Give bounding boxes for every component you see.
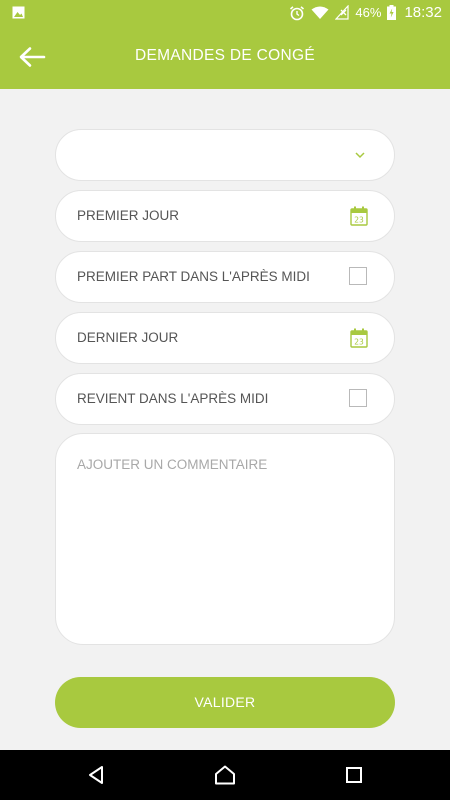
battery-charging-icon [387,5,397,20]
battery-percentage: 46% [355,5,382,20]
return-afternoon-field: REVIENT DANS L'APRÈS MIDI [55,373,395,425]
comment-placeholder: AJOUTER UN COMMENTAIRE [77,457,268,472]
calendar-icon[interactable]: 23 [350,206,368,226]
nav-bar [0,750,450,800]
status-bar: 46% 18:32 [0,0,450,25]
app-bar: DEMANDES DE CONGÉ [0,25,450,89]
no-signal-icon [335,5,350,20]
home-icon[interactable] [214,765,236,785]
back-triangle-icon[interactable] [86,765,106,785]
last-day-label: DERNIER JOUR [77,330,179,345]
validate-button[interactable]: VALIDER [55,677,395,728]
first-day-field[interactable]: PREMIER JOUR 23 [55,190,395,242]
chevron-down-icon [355,152,365,159]
calendar-day-number: 23 [354,338,364,347]
leave-type-select[interactable] [55,129,395,181]
return-afternoon-label: REVIENT DANS L'APRÈS MIDI [77,391,269,406]
calendar-icon[interactable]: 23 [350,328,368,348]
alarm-icon [290,5,305,20]
page-title: DEMANDES DE CONGÉ [135,47,315,64]
image-icon [12,6,25,19]
first-day-label: PREMIER JOUR [77,208,180,223]
calendar-day-number: 23 [354,216,364,225]
wifi-icon [311,6,329,19]
first-afternoon-checkbox[interactable] [349,267,367,285]
last-day-field[interactable]: DERNIER JOUR 23 [55,312,395,364]
first-afternoon-label: PREMIER PART DANS L'APRÈS MIDI [77,269,310,284]
return-afternoon-checkbox[interactable] [349,389,367,407]
comment-textarea[interactable]: AJOUTER UN COMMENTAIRE [55,433,395,645]
first-afternoon-field: PREMIER PART DANS L'APRÈS MIDI [55,251,395,303]
clock: 18:32 [404,4,442,21]
recents-icon[interactable] [345,765,363,785]
